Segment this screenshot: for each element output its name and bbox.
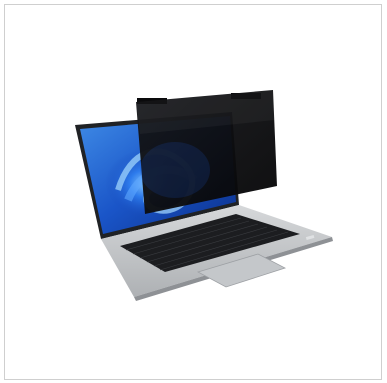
product-photo [75,90,333,301]
privacy-filter [136,90,277,214]
